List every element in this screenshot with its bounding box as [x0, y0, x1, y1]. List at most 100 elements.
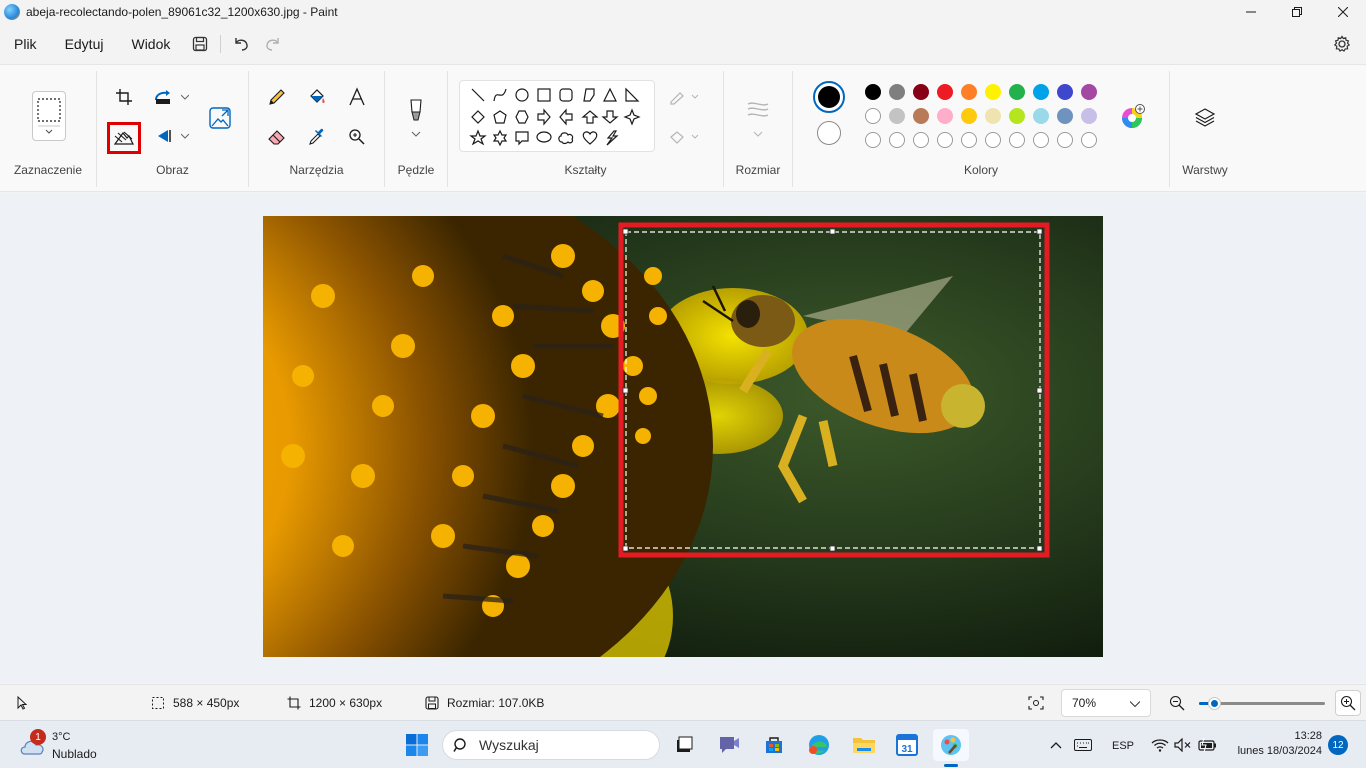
color-swatch[interactable] — [1033, 84, 1049, 100]
wifi-button[interactable] — [1150, 729, 1170, 761]
zoom-slider-thumb[interactable] — [1208, 697, 1222, 710]
color-swatch[interactable] — [937, 108, 953, 124]
crop-button[interactable] — [110, 83, 138, 111]
zoom-in-button[interactable] — [1335, 690, 1361, 716]
custom-color-slot[interactable] — [1057, 132, 1073, 148]
chat-icon — [720, 737, 739, 753]
menu-file[interactable]: Plik — [0, 28, 51, 60]
close-icon — [1338, 7, 1348, 17]
custom-color-slot[interactable] — [913, 132, 929, 148]
custom-color-slot[interactable] — [1009, 132, 1025, 148]
settings-button[interactable] — [1326, 28, 1358, 60]
store-button[interactable] — [758, 729, 790, 761]
color-swatch[interactable] — [961, 84, 977, 100]
weather-widget[interactable]: 1 3°C Nublado — [16, 729, 136, 763]
calendar-app-button[interactable]: 31 — [891, 729, 923, 761]
menu-view[interactable]: Widok — [117, 28, 184, 60]
color-swatch[interactable] — [1033, 108, 1049, 124]
teams-chat-button[interactable] — [713, 729, 745, 761]
clock[interactable]: 13:28 lunes 18/03/2024 — [1226, 729, 1324, 761]
keyboard-button[interactable] — [1071, 729, 1095, 761]
custom-color-slot[interactable] — [889, 132, 905, 148]
battery-button[interactable] — [1197, 729, 1219, 761]
primary-color-swatch — [818, 86, 840, 108]
secondary-color-button[interactable] — [817, 121, 841, 145]
color-picker-button[interactable] — [303, 123, 331, 151]
volume-button[interactable] — [1173, 729, 1193, 761]
color-swatch[interactable] — [985, 84, 1001, 100]
fit-to-window-button[interactable] — [1028, 685, 1044, 721]
layers-button[interactable] — [1191, 103, 1219, 131]
edit-colors-button[interactable] — [1120, 104, 1146, 130]
color-swatch[interactable] — [865, 108, 881, 124]
taskbar-search[interactable]: Wyszukaj — [442, 730, 660, 760]
color-swatch[interactable] — [985, 108, 1001, 124]
paint-taskbar-button[interactable] — [933, 729, 969, 767]
custom-color-slot[interactable] — [937, 132, 953, 148]
magnifier-button[interactable] — [343, 123, 371, 151]
fill-button[interactable] — [303, 83, 331, 111]
file-explorer-button[interactable] — [848, 729, 880, 761]
color-swatch[interactable] — [865, 84, 881, 100]
zoom-slider[interactable] — [1199, 697, 1325, 710]
color-swatch[interactable] — [937, 84, 953, 100]
zoom-dropdown[interactable]: 70% — [1061, 689, 1151, 717]
custom-color-slot[interactable] — [1033, 132, 1049, 148]
right-triangle-shape-icon — [625, 87, 640, 102]
bee-on-sunflower-image — [263, 216, 1103, 657]
triangle-shape-icon — [603, 87, 617, 102]
image-canvas[interactable] — [263, 216, 1103, 657]
restore-button[interactable] — [1274, 0, 1320, 24]
redo-button[interactable] — [257, 28, 289, 60]
undo-button[interactable] — [225, 28, 257, 60]
color-swatch[interactable] — [1081, 108, 1097, 124]
minimize-button[interactable] — [1228, 0, 1274, 24]
zoom-out-button[interactable] — [1169, 685, 1185, 721]
rotate-button[interactable] — [150, 122, 178, 150]
task-view-button[interactable] — [668, 729, 700, 761]
custom-color-slot[interactable] — [865, 132, 881, 148]
color-swatch[interactable] — [1057, 84, 1073, 100]
primary-color-button[interactable] — [813, 81, 845, 113]
size-button[interactable] — [744, 95, 772, 145]
brushes-button[interactable] — [402, 93, 430, 143]
shape-fill-button[interactable] — [666, 123, 702, 151]
menu-edit[interactable]: Edytuj — [51, 28, 118, 60]
edge-button[interactable] — [803, 729, 835, 761]
pentagon-shape-icon — [493, 110, 507, 124]
color-swatch[interactable] — [889, 108, 905, 124]
color-swatch[interactable] — [1009, 108, 1025, 124]
weather-badge: 1 — [30, 729, 46, 745]
text-button[interactable] — [343, 83, 371, 111]
show-hidden-icons-button[interactable] — [1046, 729, 1066, 761]
image-generator-button[interactable] — [205, 103, 235, 133]
color-swatch[interactable] — [1081, 84, 1097, 100]
resize-button[interactable] — [150, 83, 178, 111]
language-indicator[interactable]: ESP — [1112, 740, 1134, 752]
curve-shape-icon — [493, 88, 507, 102]
line-width-icon — [747, 102, 769, 137]
color-swatch[interactable] — [889, 84, 905, 100]
notification-badge[interactable]: 12 — [1328, 735, 1348, 755]
selection-size-icon — [152, 697, 164, 709]
close-button[interactable] — [1320, 0, 1366, 24]
resize-dropdown[interactable] — [180, 92, 190, 102]
eraser-button[interactable] — [263, 123, 291, 151]
minimize-icon — [1246, 11, 1256, 13]
custom-color-slot[interactable] — [961, 132, 977, 148]
remove-background-button[interactable] — [107, 122, 141, 154]
custom-color-slot[interactable] — [1081, 132, 1097, 148]
color-swatch[interactable] — [913, 108, 929, 124]
select-button[interactable] — [32, 91, 66, 141]
shape-outline-button[interactable] — [666, 83, 702, 111]
save-button[interactable] — [184, 28, 216, 60]
color-swatch[interactable] — [961, 108, 977, 124]
windows-logo-icon — [406, 734, 428, 756]
color-swatch[interactable] — [1057, 108, 1073, 124]
rotate-dropdown[interactable] — [180, 131, 190, 141]
start-button[interactable] — [401, 729, 433, 761]
color-swatch[interactable] — [1009, 84, 1025, 100]
color-swatch[interactable] — [913, 84, 929, 100]
pencil-button[interactable] — [263, 83, 291, 111]
custom-color-slot[interactable] — [985, 132, 1001, 148]
